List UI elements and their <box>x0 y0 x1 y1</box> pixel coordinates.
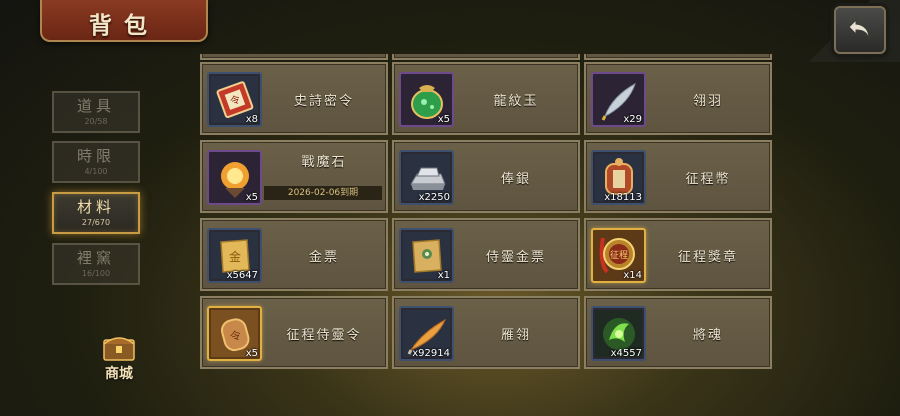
tab-label: 裡窯 <box>76 249 115 267</box>
item-name: 龍紋玉 <box>493 94 539 109</box>
item-quantity: x5647 <box>226 270 258 281</box>
item-quantity: x2250 <box>418 192 450 203</box>
item-name: 將魂 <box>692 328 723 343</box>
inventory-cell[interactable]: x5 戰魔石 2026-02-06到期 <box>200 140 388 213</box>
item-name: 金票 <box>308 250 339 265</box>
tab-count: 4/100 <box>84 167 108 176</box>
item-name: 戰魔石 <box>301 155 347 170</box>
tab-materials[interactable]: 材料 27/670 <box>52 192 140 234</box>
item-quantity: x92914 <box>412 348 450 359</box>
inventory-cell[interactable]: 金 x5647 金票 <box>200 218 388 291</box>
shop-label: 商城 <box>105 366 133 382</box>
item-name: 俸銀 <box>500 172 531 187</box>
inventory-cell[interactable]: x29 翎羽 <box>584 62 772 135</box>
tab-items[interactable]: 道具 20/58 <box>52 91 140 133</box>
page-title: 背包 <box>89 12 159 39</box>
inventory-cell[interactable]: 令 x8 史詩密令 <box>200 62 388 135</box>
item-frame: x18113 <box>591 150 646 205</box>
item-quantity: x1 <box>437 270 450 281</box>
back-button[interactable] <box>834 6 886 54</box>
item-frame: x92914 <box>399 306 454 361</box>
tab-count: 27/670 <box>81 218 111 227</box>
inventory-grid: 令 x8 史詩密令 x5 龍紋玉 x29 翎羽 x5 戰魔石 2026-02-0… <box>198 54 782 416</box>
item-frame: 征程 x14 <box>591 228 646 283</box>
item-frame: 金 x5647 <box>207 228 262 283</box>
item-name: 史詩密令 <box>293 94 354 109</box>
item-frame: x1 <box>399 228 454 283</box>
item-quantity: x14 <box>623 270 642 281</box>
inventory-cell-partial[interactable] <box>392 54 580 60</box>
inventory-cell[interactable]: 令 x5 征程侍靈令 <box>200 296 388 369</box>
inventory-cell-partial[interactable] <box>200 54 388 60</box>
title-banner: 背包 <box>40 0 208 42</box>
item-frame: x4557 <box>591 306 646 361</box>
tab-count: 20/58 <box>84 117 108 126</box>
svg-text:金: 金 <box>229 249 241 264</box>
inventory-cell[interactable]: x2250 俸銀 <box>392 140 580 213</box>
item-frame: x5 <box>399 72 454 127</box>
back-arrow-icon <box>848 18 870 40</box>
item-quantity: x8 <box>245 114 258 125</box>
item-quantity: x5 <box>437 114 450 125</box>
inventory-cell-partial[interactable] <box>584 54 772 60</box>
tab-label: 道具 <box>76 97 115 115</box>
item-frame: 令 x8 <box>207 72 262 127</box>
svg-text:征程: 征程 <box>610 250 628 261</box>
inventory-cell[interactable]: x92914 雁翎 <box>392 296 580 369</box>
item-frame: x2250 <box>399 150 454 205</box>
inventory-cell[interactable]: x4557 將魂 <box>584 296 772 369</box>
tab-count: 16/100 <box>81 269 111 278</box>
inventory-cell[interactable]: x1 侍靈金票 <box>392 218 580 291</box>
item-quantity: x5 <box>245 348 258 359</box>
tab-timed[interactable]: 時限 4/100 <box>52 141 140 183</box>
item-name: 侍靈金票 <box>485 250 546 265</box>
item-frame: 令 x5 <box>207 306 262 361</box>
item-expiry: 2026-02-06到期 <box>264 186 382 200</box>
item-name: 征程幣 <box>685 172 731 187</box>
shop-chest-icon <box>103 337 135 361</box>
inventory-cell[interactable]: x18113 征程幣 <box>584 140 772 213</box>
item-quantity: x4557 <box>610 348 642 359</box>
tab-treasure[interactable]: 裡窯 16/100 <box>52 243 140 285</box>
item-name: 雁翎 <box>500 328 531 343</box>
item-quantity: x29 <box>623 114 642 125</box>
inventory-cell[interactable]: x5 龍紋玉 <box>392 62 580 135</box>
item-quantity: x5 <box>245 192 258 203</box>
tab-label: 時限 <box>76 147 115 165</box>
item-name: 征程侍靈令 <box>286 328 362 343</box>
item-frame: x29 <box>591 72 646 127</box>
item-name: 翎羽 <box>692 94 723 109</box>
inventory-cell[interactable]: 征程 x14 征程獎章 <box>584 218 772 291</box>
item-name: 征程獎章 <box>677 250 738 265</box>
shop-button[interactable]: 商城 <box>96 332 142 382</box>
item-quantity: x18113 <box>604 192 642 203</box>
item-frame: x5 <box>207 150 262 205</box>
tab-label: 材料 <box>76 198 115 216</box>
